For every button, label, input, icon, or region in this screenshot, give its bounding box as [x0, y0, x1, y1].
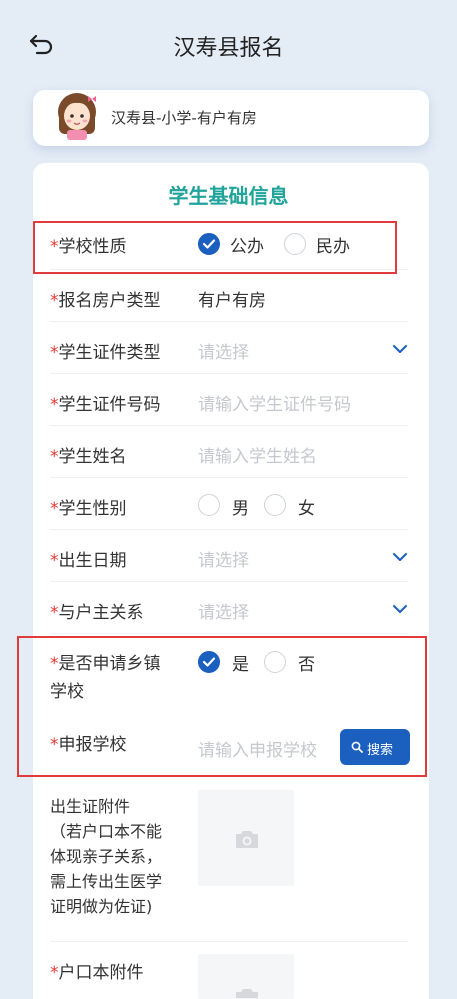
user-card: 汉寿县-小学-有户有房 — [33, 90, 429, 146]
gender-row: *学生性别 男 女 — [50, 478, 408, 530]
section-title: 学生基础信息 — [168, 184, 289, 208]
highlight-box-school-type — [33, 221, 397, 274]
relation-label: *与户主关系 — [50, 603, 144, 623]
radio-female-label[interactable]: 女 — [298, 494, 315, 519]
radio-female[interactable] — [264, 494, 286, 516]
hukou-row: *户口本附件 — [50, 942, 408, 999]
name-input[interactable]: 请输入学生姓名 — [198, 442, 317, 467]
birth-cert-row: 出生证附件 （若户口本不能 体现亲子关系， 需上传出生医学 证明做为佐证) — [50, 782, 408, 942]
camera-icon — [236, 989, 258, 998]
birth-cert-upload[interactable] — [198, 790, 294, 886]
id-type-select[interactable]: 请选择 — [198, 338, 249, 363]
hukou-upload[interactable] — [198, 954, 294, 999]
camera-icon — [236, 831, 258, 848]
name-row: *学生姓名 请输入学生姓名 — [50, 426, 408, 478]
chevron-down-icon[interactable] — [392, 552, 408, 562]
id-number-input[interactable]: 请输入学生证件号码 — [198, 390, 351, 415]
id-type-row[interactable]: *学生证件类型 请选择 — [50, 322, 408, 374]
gender-label: *学生性别 — [50, 499, 127, 519]
household-type-row: *报名房户类型 有户有房 — [50, 270, 408, 322]
id-number-label: *学生证件号码 — [50, 395, 161, 415]
relation-row[interactable]: *与户主关系 请选择 — [50, 582, 408, 634]
birth-cert-label: 出生证附件 （若户口本不能 体现亲子关系， 需上传出生医学 证明做为佐证) — [50, 797, 163, 916]
birth-date-label: *出生日期 — [50, 551, 127, 571]
id-number-row: *学生证件号码 请输入学生证件号码 — [50, 374, 408, 426]
birth-date-select[interactable]: 请选择 — [198, 546, 249, 571]
highlight-box-rural-school — [17, 636, 427, 777]
avatar — [58, 93, 96, 140]
page-title: 汉寿县报名 — [173, 36, 284, 61]
radio-male[interactable] — [198, 494, 220, 516]
hukou-label: *户口本附件 — [50, 963, 144, 983]
radio-male-label[interactable]: 男 — [232, 494, 249, 519]
top-bar: 汉寿县报名 — [0, 0, 457, 90]
name-label: *学生姓名 — [50, 447, 127, 467]
chevron-down-icon[interactable] — [392, 344, 408, 354]
id-type-label: *学生证件类型 — [50, 343, 161, 363]
household-type-value: 有户有房 — [198, 291, 266, 311]
household-type-label: *报名房户类型 — [50, 291, 161, 311]
birth-date-row[interactable]: *出生日期 请选择 — [50, 530, 408, 582]
user-info: 汉寿县-小学-有户有房 — [111, 109, 257, 127]
relation-select[interactable]: 请选择 — [198, 598, 249, 623]
chevron-down-icon[interactable] — [392, 604, 408, 614]
